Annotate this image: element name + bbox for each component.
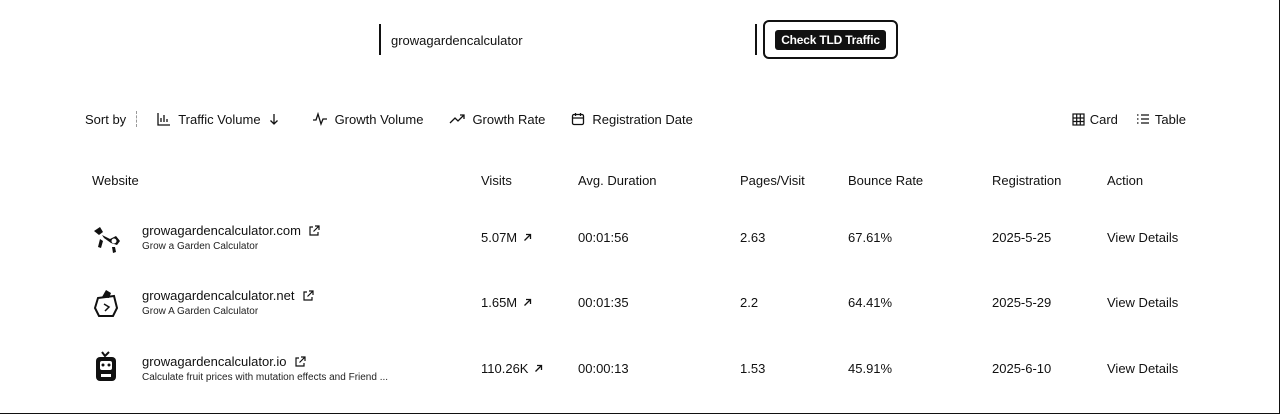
list-icon [1136,114,1149,124]
site-description: Grow A Garden Calculator [142,306,259,317]
header-website: Website [92,173,139,188]
sort-growth-rate-label: Growth Rate [472,111,546,127]
arrow-up-right-icon [524,298,532,306]
visits-value: 110.26K [481,361,529,376]
pages-cell: 2.2 [740,295,759,310]
check-tld-traffic-label: Check TLD Traffic [775,29,886,50]
search-divider [379,24,381,55]
header-registration: Registration [992,173,1062,188]
page-frame: Check TLD Traffic Sort by Traffic Volume… [0,0,1280,414]
site-description: Grow a Garden Calculator [142,241,259,252]
view-toggle: Card Table [1054,108,1186,130]
visits-cell: 1.65M [481,295,532,310]
card-view-label: Card [1089,111,1118,127]
site-favicon [96,351,116,381]
header-pages: Pages/Visit [740,173,805,188]
bounce-cell: 67.61% [848,230,893,245]
bar-chart-icon [157,113,171,126]
arrow-up-right-icon [535,364,543,372]
site-name: growagardencalculator.com [142,223,301,238]
view-details-button[interactable]: View Details [1107,230,1178,245]
site-favicon [94,227,120,253]
site-name: growagardencalculator.io [142,354,287,369]
duration-cell: 00:00:13 [578,361,629,376]
sort-traffic-volume[interactable]: Traffic Volume [157,112,285,127]
arrow-up-right-icon [524,233,532,241]
table-row: growagardencalculator.com Grow a Garden … [0,207,1280,267]
site-link[interactable]: growagardencalculator.net [142,288,314,303]
arrow-down-icon [269,114,278,125]
registration-cell: 2025-6-10 [992,361,1052,376]
table-row: growagardencalculator.net Grow A Garden … [0,272,1280,332]
search-input[interactable] [391,28,731,52]
view-details-button[interactable]: View Details [1107,295,1178,310]
activity-icon [312,112,327,126]
table-view-button[interactable]: Table [1136,112,1186,127]
sort-growth-rate[interactable]: Growth Rate [449,112,545,127]
check-tld-traffic-button[interactable]: Check TLD Traffic [763,20,898,59]
visits-value: 5.07M [481,230,518,245]
site-favicon [93,290,119,317]
header-bounce: Bounce Rate [848,173,924,188]
sort-registration-date[interactable]: Registration Date [571,111,693,127]
visits-cell: 5.07M [481,230,532,245]
view-details-button[interactable]: View Details [1107,361,1178,376]
duration-cell: 00:01:35 [578,295,629,310]
bounce-cell: 45.91% [848,361,893,376]
site-name: growagardencalculator.net [142,288,295,303]
sort-bar: Sort by Traffic Volume Growth Volume Gro… [85,108,719,130]
external-link-icon[interactable] [294,355,306,368]
bounce-cell: 64.41% [848,295,893,310]
card-view-button[interactable]: Card [1072,112,1118,127]
registration-cell: 2025-5-29 [992,295,1052,310]
site-description: Calculate fruit prices with mutation eff… [142,372,389,383]
search-divider [755,24,757,55]
sort-registration-date-label: Registration Date [592,111,693,127]
external-link-icon[interactable] [308,224,320,237]
external-link-icon[interactable] [302,289,314,302]
grid-icon [1072,112,1085,126]
pages-cell: 1.53 [740,361,766,376]
header-action: Action [1107,173,1144,188]
calendar-icon [572,113,585,126]
sort-growth-volume[interactable]: Growth Volume [312,111,424,127]
site-link[interactable]: growagardencalculator.com [142,223,320,238]
sort-growth-volume-label: Growth Volume [334,111,424,127]
pages-cell: 2.63 [740,230,766,245]
header-duration: Avg. Duration [578,173,657,188]
site-link[interactable]: growagardencalculator.io [142,354,306,369]
table-row: growagardencalculator.io Calculate fruit… [0,338,1280,398]
duration-cell: 00:01:56 [578,230,629,245]
trending-up-icon [449,114,466,124]
visits-value: 1.65M [481,295,518,310]
sort-separator [136,111,138,127]
registration-cell: 2025-5-25 [992,230,1052,245]
sort-label: Sort by [85,111,127,127]
header-visits: Visits [481,173,512,188]
visits-cell: 110.26K [481,361,543,376]
table-view-label: Table [1154,111,1186,127]
sort-traffic-volume-label: Traffic Volume [178,111,261,127]
